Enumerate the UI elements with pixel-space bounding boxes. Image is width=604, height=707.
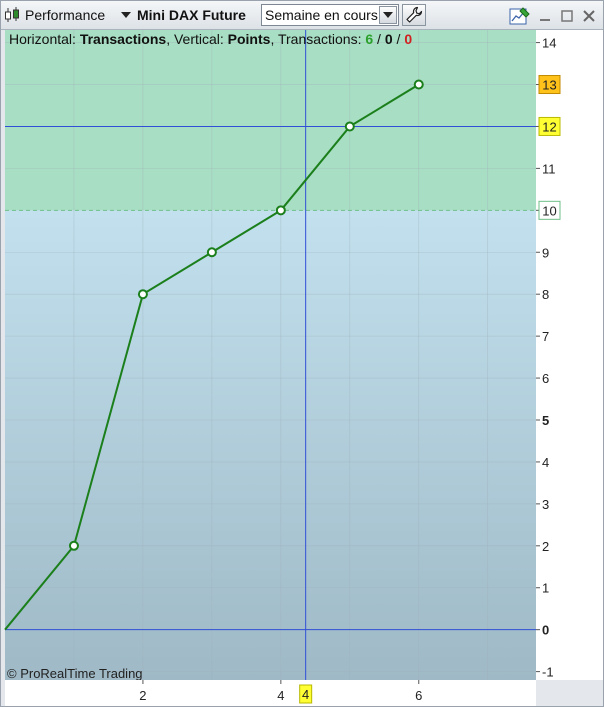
performance-chart: Horizontal: Transactions, Vertical: Poin… bbox=[4, 30, 603, 706]
y-tick-label: 4 bbox=[542, 455, 549, 470]
losing-trades-count: 0 bbox=[404, 31, 412, 47]
data-point bbox=[275, 205, 286, 216]
performance-window: Performance Mini DAX Future Semaine en c… bbox=[0, 0, 604, 707]
x-tick-label: 6 bbox=[415, 688, 422, 703]
instrument-name: Mini DAX Future bbox=[137, 7, 246, 23]
minimize-icon bbox=[540, 19, 550, 21]
y-tick-label: 1 bbox=[542, 581, 549, 596]
copyright-notice: © ProRealTime Trading bbox=[7, 666, 143, 681]
period-select[interactable]: Semaine en cours bbox=[261, 4, 399, 26]
y-tick-label: 8 bbox=[542, 287, 549, 302]
period-value: Semaine en cours bbox=[265, 7, 378, 23]
reference-level-tag: 10 bbox=[542, 203, 556, 218]
maximize-icon bbox=[561, 10, 573, 22]
close-button[interactable] bbox=[581, 8, 597, 24]
data-point bbox=[413, 79, 424, 90]
chevron-down-icon bbox=[383, 12, 393, 18]
data-point bbox=[68, 540, 79, 551]
instrument-selector[interactable]: Mini DAX Future bbox=[116, 4, 256, 26]
loss-zone bbox=[5, 210, 536, 681]
x-tick-label: 2 bbox=[139, 688, 146, 703]
toolbar: Performance Mini DAX Future Semaine en c… bbox=[1, 1, 603, 30]
y-tick-label: 7 bbox=[542, 329, 549, 344]
x-axis-area[interactable] bbox=[5, 680, 536, 706]
close-icon bbox=[583, 10, 595, 22]
period-dropdown-button[interactable] bbox=[379, 6, 397, 24]
last-value-tag: 13 bbox=[542, 78, 556, 93]
y-tick-label: 6 bbox=[542, 371, 549, 386]
minimize-button[interactable] bbox=[537, 8, 553, 24]
data-point bbox=[344, 121, 355, 132]
dropdown-arrow-icon bbox=[121, 12, 131, 18]
crosshair-x-tag: 4 bbox=[302, 687, 309, 702]
y-tick-label: 2 bbox=[542, 539, 549, 554]
performance-button[interactable]: Performance bbox=[3, 4, 111, 26]
y-tick-label: 14 bbox=[542, 36, 556, 51]
y-tick-label: 11 bbox=[542, 161, 556, 176]
wrench-icon bbox=[406, 6, 423, 23]
edit-chart-icon bbox=[509, 7, 530, 25]
data-point bbox=[206, 247, 217, 258]
x-tick-label: 4 bbox=[277, 688, 284, 703]
y-tick-label: 9 bbox=[542, 245, 549, 260]
window-controls bbox=[509, 6, 597, 26]
settings-button[interactable] bbox=[402, 4, 426, 26]
y-tick-label: 0 bbox=[542, 623, 549, 638]
maximize-button[interactable] bbox=[559, 8, 575, 24]
y-tick-label: -1 bbox=[542, 665, 554, 680]
data-point bbox=[137, 289, 148, 300]
y-tick-label: 5 bbox=[542, 413, 549, 428]
neutral-trades-count: 0 bbox=[385, 31, 393, 47]
candlestick-icon bbox=[5, 7, 19, 22]
edit-chart-button[interactable] bbox=[509, 6, 531, 26]
chart-header: Horizontal: Transactions, Vertical: Poin… bbox=[9, 31, 412, 47]
toolbar-title: Performance bbox=[25, 7, 106, 23]
crosshair-y-tag: 12 bbox=[542, 119, 556, 134]
y-tick-label: 3 bbox=[542, 497, 549, 512]
winning-trades-count: 6 bbox=[365, 31, 373, 47]
profit-zone bbox=[5, 30, 536, 211]
